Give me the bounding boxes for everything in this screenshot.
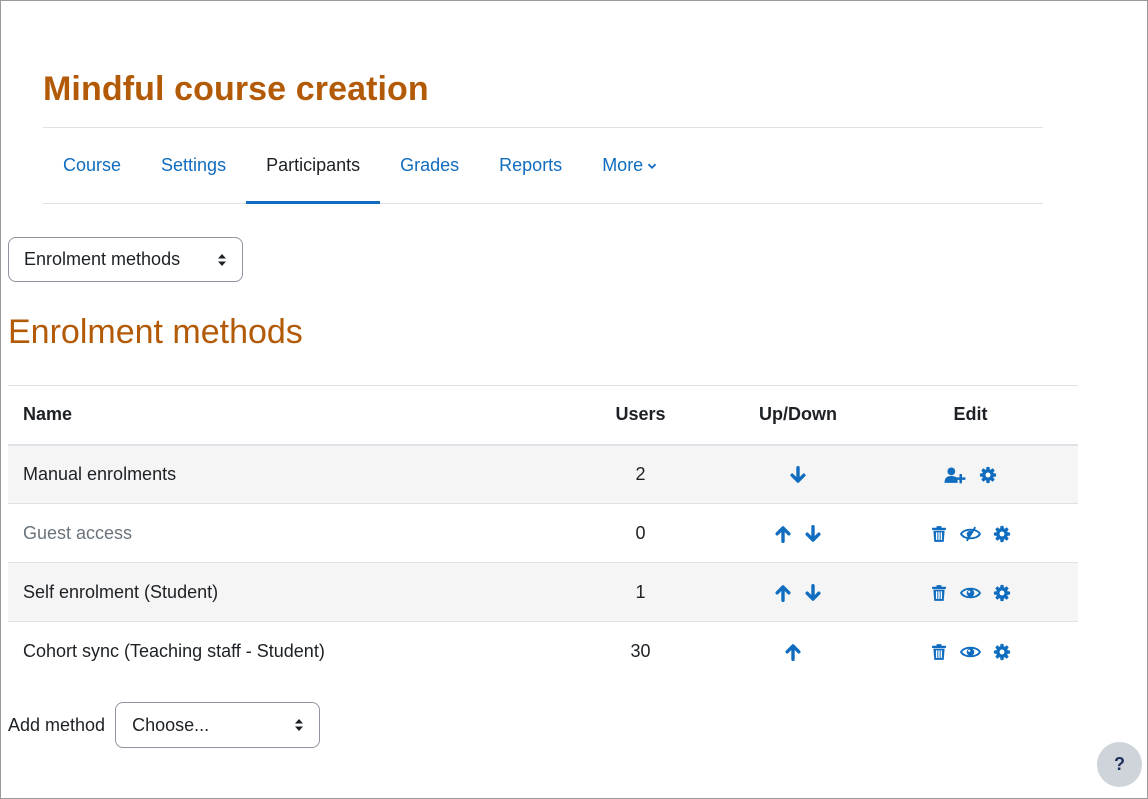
table-header-row: Name Users Up/Down Edit (8, 385, 1078, 445)
tab-participants[interactable]: Participants (246, 128, 381, 204)
method-name: Cohort sync (Teaching staff - Student) (23, 640, 325, 661)
tab-reports[interactable]: Reports (479, 128, 582, 203)
updown-caret-icon (295, 719, 304, 731)
secondary-navigation: Course Settings Participants Grades Repo… (43, 127, 1043, 204)
tab-settings[interactable]: Settings (141, 128, 246, 203)
arrow-down-icon[interactable] (804, 524, 822, 543)
method-users-count: 0 (635, 522, 646, 543)
tab-grades[interactable]: Grades (380, 128, 479, 203)
method-name: Guest access (23, 522, 133, 543)
column-header-users: Users (615, 404, 666, 425)
trash-icon[interactable] (930, 584, 948, 602)
chevron-down-icon (648, 163, 657, 169)
eye-icon[interactable] (960, 643, 981, 661)
method-users-count: 2 (635, 463, 646, 484)
column-header-updown: Up/Down (759, 404, 837, 425)
edit-cell (863, 563, 1078, 622)
course-title: Mindful course creation (43, 70, 429, 108)
add-method-label: Add method (8, 714, 106, 735)
arrow-down-icon[interactable] (804, 583, 822, 602)
table-row: Self enrolment (Student) 1 (8, 562, 1078, 622)
tab-course[interactable]: Course (43, 128, 141, 203)
edit-cell (863, 445, 1078, 504)
method-name: Self enrolment (Student) (23, 581, 219, 602)
tab-label: Course (63, 155, 122, 175)
reorder-actions (774, 583, 822, 602)
updown-caret-icon (218, 253, 226, 266)
edit-actions (930, 525, 1011, 543)
participants-page-select[interactable]: Enrolment methods (8, 237, 243, 282)
arrow-down-icon[interactable] (789, 466, 807, 484)
trash-icon[interactable] (930, 525, 948, 543)
help-icon: ? (1114, 754, 1125, 774)
tab-label: Grades (400, 155, 460, 175)
reorder-actions (774, 524, 822, 543)
tab-label: Settings (161, 155, 227, 175)
edit-actions (930, 643, 1011, 661)
updown-cell (733, 622, 863, 681)
tab-label: Participants (266, 155, 361, 175)
trash-icon[interactable] (930, 643, 948, 661)
edit-cell (863, 504, 1078, 563)
updown-cell (733, 563, 863, 622)
arrow-up-icon[interactable] (774, 584, 792, 602)
arrow-up-icon[interactable] (774, 525, 792, 543)
edit-actions (930, 584, 1011, 602)
edit-cell (863, 622, 1078, 681)
updown-cell (733, 445, 863, 504)
method-users-count: 30 (630, 640, 651, 661)
add-method-group: Add method Choose... (8, 702, 321, 748)
table-row: Guest access 0 (8, 504, 1078, 563)
updown-cell (733, 504, 863, 563)
tab-label: Reports (499, 155, 563, 175)
gear-icon[interactable] (993, 525, 1011, 543)
method-name: Manual enrolments (23, 463, 177, 484)
table-row: Cohort sync (Teaching staff - Student) 30 (8, 622, 1078, 681)
eye-icon[interactable] (960, 584, 981, 602)
gear-icon[interactable] (979, 466, 997, 484)
enrolment-methods-table: Name Users Up/Down Edit Manual enrolment… (8, 385, 1078, 681)
reorder-actions (789, 466, 807, 484)
edit-actions (944, 466, 997, 484)
selected-option: Choose... (132, 714, 210, 735)
eye-slash-icon[interactable] (960, 525, 981, 543)
gear-icon[interactable] (993, 584, 1011, 602)
reorder-actions (784, 643, 802, 661)
arrow-up-icon[interactable] (784, 643, 802, 661)
help-button[interactable]: ? (1097, 742, 1142, 787)
selected-option: Enrolment methods (24, 249, 181, 269)
tab-more[interactable]: More (582, 128, 677, 203)
gear-icon[interactable] (993, 643, 1011, 661)
table-row: Manual enrolments 2 (8, 444, 1078, 504)
column-header-name: Name (23, 404, 73, 425)
page-heading: Enrolment methods (8, 313, 303, 351)
enrol-users-icon[interactable] (944, 466, 967, 484)
tab-label: More (602, 155, 644, 175)
method-users-count: 1 (635, 581, 646, 602)
add-method-select[interactable]: Choose... (115, 702, 321, 748)
column-header-edit: Edit (953, 404, 988, 425)
